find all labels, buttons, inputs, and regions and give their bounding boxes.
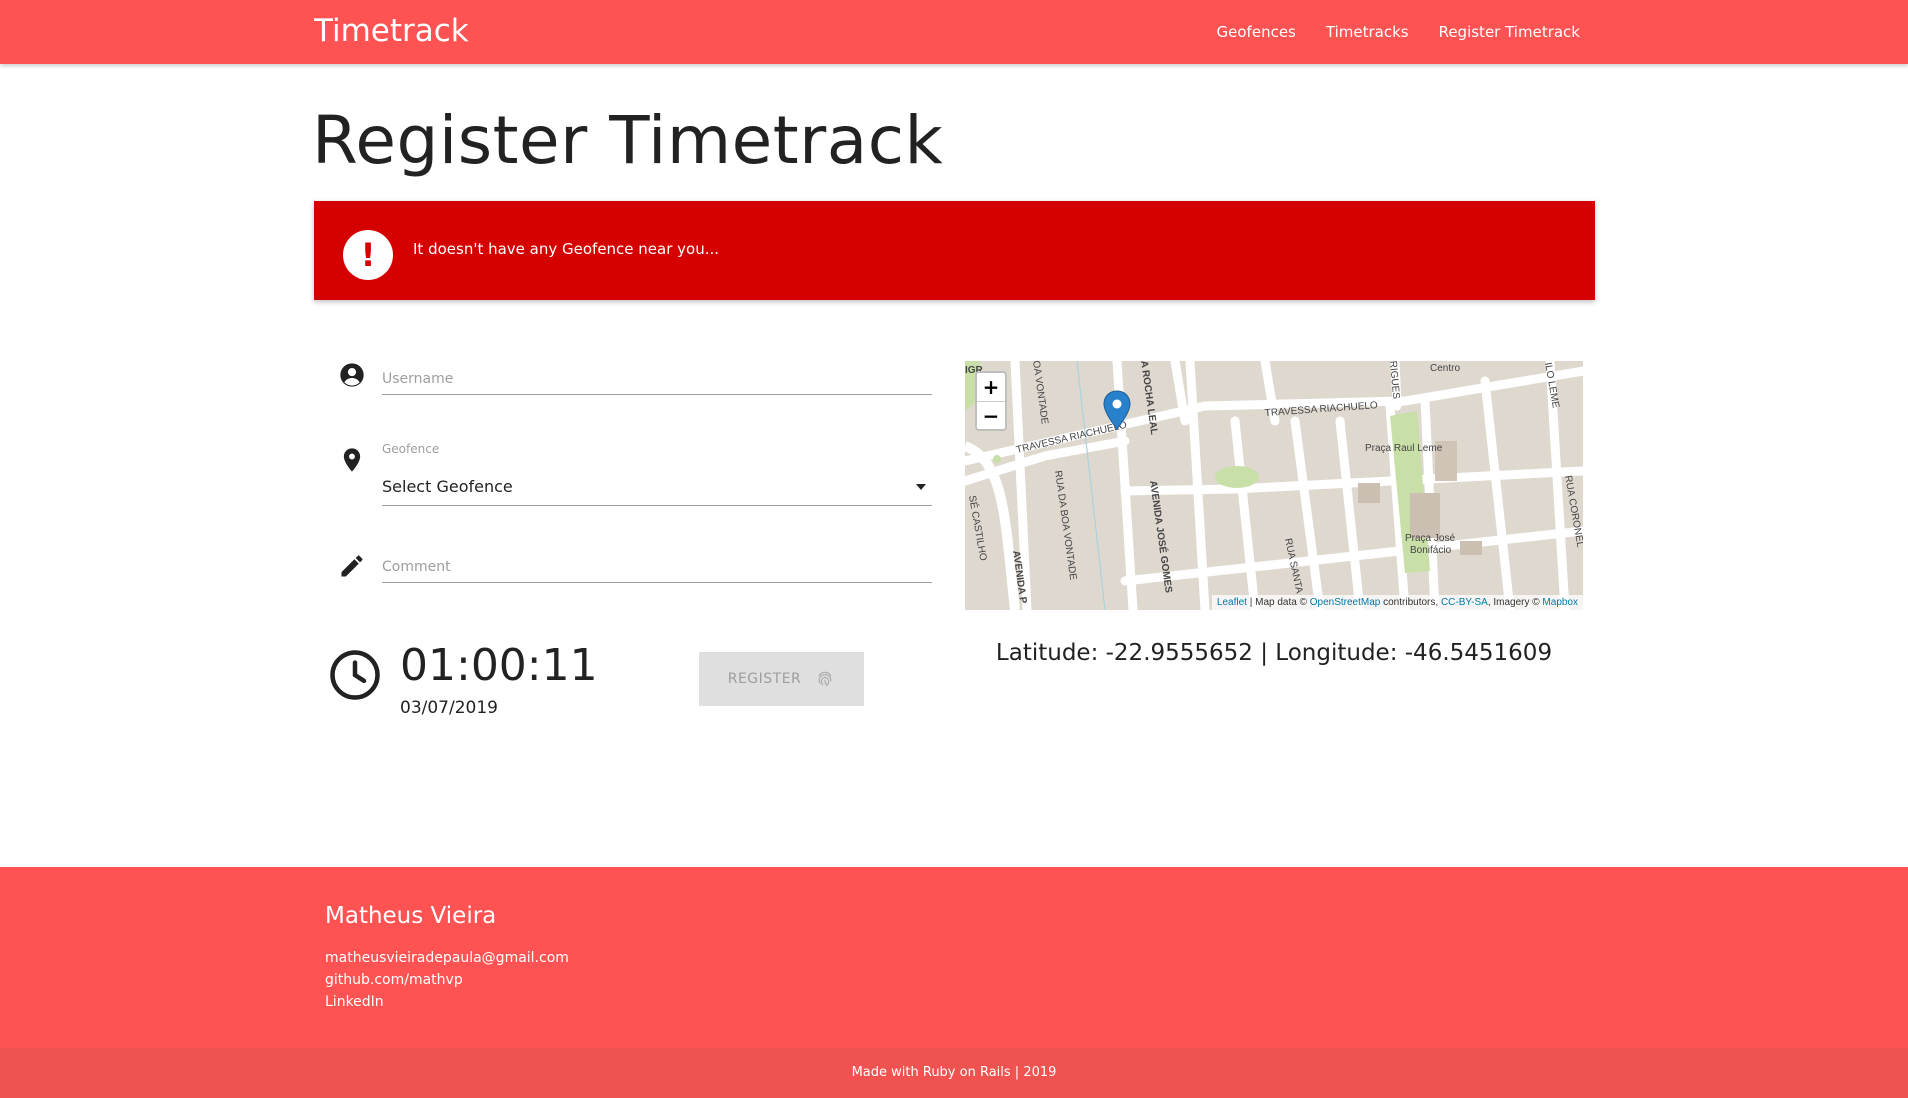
nav-links: Geofences Timetracks Register Timetrack: [1187, 0, 1580, 64]
comment-input[interactable]: [382, 552, 932, 582]
map-label: Centro: [1430, 363, 1460, 374]
coordinates-readout: Latitude: -22.9555652 | Longitude: -46.5…: [995, 640, 1553, 666]
attribution-text: contributors,: [1380, 597, 1441, 608]
nav-link-register-timetrack[interactable]: Register Timetrack: [1439, 23, 1580, 41]
geofence-label: Geofence: [382, 442, 440, 456]
map-label: Praça José: [1405, 533, 1455, 544]
username-field: [382, 364, 932, 395]
clock-time: 01:00:11: [400, 640, 598, 691]
footer-link-linkedin[interactable]: LinkedIn: [325, 991, 569, 1013]
map-attribution: Leaflet | Map data © OpenStreetMap contr…: [1211, 595, 1583, 610]
mapbox-link[interactable]: Mapbox: [1542, 597, 1578, 608]
clock-icon: [330, 650, 380, 700]
attribution-text: , Imagery ©: [1487, 597, 1543, 608]
account-circle-icon: [340, 363, 364, 387]
footer-links: matheusvieiradepaula@gmail.com github.co…: [325, 947, 569, 1013]
register-button[interactable]: REGISTER: [699, 652, 864, 706]
zoom-in-button[interactable]: +: [977, 373, 1005, 401]
username-input[interactable]: [382, 364, 932, 394]
navbar: Timetrack Geofences Timetracks Register …: [0, 0, 1908, 64]
page-title: Register Timetrack: [312, 102, 944, 179]
register-button-label: REGISTER: [727, 671, 802, 687]
brand-link[interactable]: Timetrack: [314, 13, 469, 49]
map-label: Bonifácio: [1410, 545, 1452, 556]
license-link[interactable]: CC-BY-SA: [1441, 597, 1488, 608]
map-label: Praça Raul Leme: [1365, 443, 1443, 454]
footer-link-github[interactable]: github.com/mathvp: [325, 969, 569, 991]
map-zoom-control: + −: [975, 371, 1007, 431]
footer: Matheus Vieira matheusvieiradepaula@gmai…: [0, 867, 1908, 1048]
footer-link-email[interactable]: matheusvieiradepaula@gmail.com: [325, 947, 569, 969]
comment-field: [382, 552, 932, 583]
nav-link-timetracks[interactable]: Timetracks: [1326, 23, 1409, 41]
clock-date: 03/07/2019: [400, 698, 498, 718]
map[interactable]: Centro TRAVESSA RIACHUELO TRAVESSA RIACH…: [965, 361, 1583, 610]
map-tiles: Centro TRAVESSA RIACHUELO TRAVESSA RIACH…: [965, 361, 1583, 610]
alert-message: It doesn't have any Geofence near you...: [413, 240, 720, 258]
leaflet-link[interactable]: Leaflet: [1217, 597, 1247, 608]
nav-link-geofences[interactable]: Geofences: [1217, 23, 1296, 41]
osm-link[interactable]: OpenStreetMap: [1310, 597, 1381, 608]
fingerprint-icon: [818, 671, 832, 687]
footer-copyright: Made with Ruby on Rails | 2019: [0, 1048, 1908, 1098]
caret-down-icon: [916, 483, 926, 490]
geofence-select[interactable]: Select Geofence: [382, 468, 932, 506]
attribution-text: | Map data ©: [1246, 597, 1310, 608]
location-pin-icon: [343, 448, 361, 472]
footer-name: Matheus Vieira: [325, 903, 497, 929]
alert-banner: ! It doesn't have any Geofence near you.…: [314, 201, 1595, 300]
pencil-icon: [341, 555, 363, 577]
zoom-out-button[interactable]: −: [977, 401, 1005, 429]
geofence-select-value: Select Geofence: [382, 477, 513, 496]
exclamation-icon: !: [343, 230, 393, 280]
